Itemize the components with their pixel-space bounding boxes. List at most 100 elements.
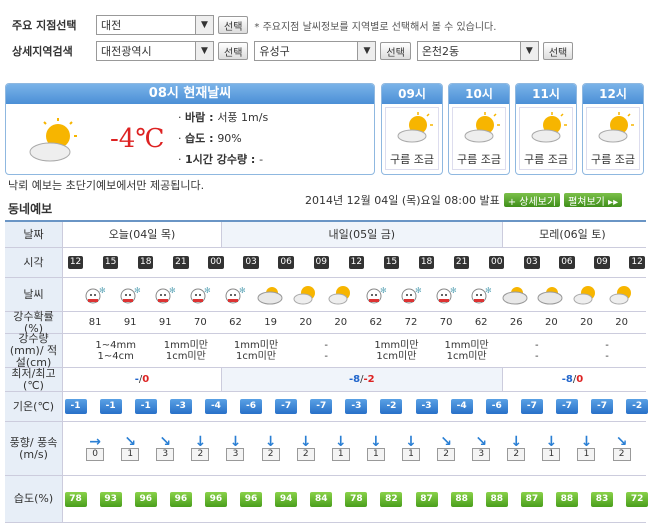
time-cell: 18 (418, 256, 435, 269)
wind-speed: 2 (507, 447, 526, 461)
wind-value: 서풍 1m/s (217, 111, 269, 124)
wind-cell: ↓ 2 (183, 422, 218, 475)
hum-cell: 83 (591, 476, 614, 522)
prob-cell: 70 (439, 317, 453, 328)
dong-value: 온천2동 (421, 45, 460, 58)
wind-cell: ↓ 2 (499, 422, 534, 475)
current-weather-title: 08시 현재날씨 (6, 84, 374, 104)
snow-icon: ✻ (218, 278, 253, 311)
snow-icon: ✻ (113, 278, 148, 311)
wind-arrow-icon: ↓ (299, 433, 312, 450)
wind-arrow-icon: ↓ (405, 433, 417, 450)
time-cell: 12 (348, 256, 365, 269)
hourly-weather: 구름 조금 (524, 153, 568, 166)
snow-icon: ✻ (358, 278, 393, 311)
temp-cell: -2 (380, 392, 403, 421)
time-cell: 09 (313, 256, 329, 269)
prob-cell: 72 (404, 317, 418, 328)
prob-cell: 70 (194, 317, 207, 328)
hum-cell: 87 (415, 476, 438, 522)
wind-cell: ↓ 1 (358, 422, 393, 475)
wind-arrow-icon: ↓ (370, 433, 382, 450)
prob-cell: 20 (334, 317, 348, 328)
wind-speed: 2 (437, 447, 456, 461)
wind-cell: → 0 (78, 422, 113, 475)
current-temp: -4℃ (110, 124, 165, 154)
prob-cell: 26 (509, 317, 523, 328)
wind-cell: ↓ 1 (393, 422, 428, 475)
partly-sunny-icon (569, 278, 604, 311)
hourly-hour: 11시 (516, 84, 576, 104)
time-cell: 00 (489, 256, 505, 269)
partly-sunny-icon (288, 278, 323, 311)
row-header-prob: 강수확률(%) (5, 310, 63, 334)
temp-cell: -2 (626, 392, 649, 421)
temp-cell: -6 (485, 392, 508, 421)
wind-speed: 0 (86, 447, 105, 461)
issued-time: 2014년 12월 04일 (목)요일 08:00 발표 (305, 194, 500, 207)
chevron-down-icon: ▼ (195, 42, 213, 60)
region-select-button[interactable]: 선택 (218, 16, 249, 34)
district-button[interactable]: 선택 (380, 42, 411, 60)
rain-line: · 1시간 강수량 : - (178, 153, 264, 166)
district-value: 유성구 (259, 45, 290, 58)
wind-speed: 1 (577, 447, 596, 461)
snow-icon: ✻ (429, 278, 464, 311)
wind-arrow-icon: ↓ (545, 433, 558, 450)
detail-search-row: 상세지역검색 대전광역시 ▼ 선택 유성구 ▼ 선택 온천2동 ▼ 선택 (12, 41, 574, 61)
province-button[interactable]: 선택 (218, 42, 249, 60)
temp-cell: -4 (204, 392, 227, 421)
temp-cell: -1 (134, 392, 157, 421)
snow-icon: ✻ (464, 278, 499, 311)
temp-cell: -1 (99, 392, 122, 421)
svg-text:✻: ✻ (239, 286, 246, 295)
region-label: 주요 지점선택 (12, 19, 77, 32)
hum-cell: 96 (204, 476, 227, 522)
partly-sunny-icon (323, 278, 358, 311)
province-select[interactable]: 대전광역시 ▼ (96, 41, 214, 61)
hourly-weather: 구름 조금 (457, 153, 501, 166)
svg-text:✻: ✻ (450, 286, 457, 295)
section-title: 동네예보 (8, 202, 53, 216)
humidity-line: · 습도 : 90% (178, 132, 242, 145)
amount-cell: 1mm미만 1cm미만 (163, 339, 208, 362)
time-cell: 06 (278, 256, 294, 269)
amount-cell: -- (535, 339, 539, 362)
dong-select[interactable]: 온천2동 ▼ (416, 41, 539, 61)
detail-view-button[interactable]: + 상세보기 (503, 193, 561, 208)
partly-sunny-icon (530, 112, 570, 147)
hum-cell: 88 (450, 476, 473, 522)
wind-arrow-icon: ↘ (475, 433, 488, 450)
wind-arrow-icon: ↓ (510, 433, 523, 450)
wind-speed: 3 (156, 447, 175, 461)
temp-cell: -3 (415, 392, 438, 421)
region-select[interactable]: 대전 ▼ (96, 15, 214, 35)
row-header-weather: 날씨 (5, 278, 63, 311)
wind-arrow-icon: ↘ (615, 433, 628, 450)
cloudy-icon (534, 278, 569, 311)
time-cell: 21 (453, 256, 470, 269)
wind-cell: ↘ 3 (148, 422, 183, 475)
amount-cell: 1mm미만 1cm미만 (374, 339, 419, 362)
svg-text:✻: ✻ (415, 286, 422, 295)
expand-button[interactable]: 펼쳐보기 ▸▸ (564, 193, 623, 208)
temp-cell: -7 (520, 392, 543, 421)
region-select-row: 주요 지점선택 대전 ▼ 선택 * 주요지점 날씨정보를 지역별로 선택해서 볼 … (12, 15, 496, 35)
hourly-weather: 구름 조금 (390, 153, 434, 166)
temp-cell: -1 (64, 392, 87, 421)
wind-cell: ↓ 2 (288, 422, 323, 475)
prob-cell: 20 (615, 317, 628, 328)
prob-cell: 19 (264, 317, 277, 328)
district-select[interactable]: 유성구 ▼ (254, 41, 377, 61)
prob-cell: 20 (580, 317, 593, 328)
svg-text:✻: ✻ (169, 286, 176, 295)
dong-button[interactable]: 선택 (542, 42, 574, 60)
hourly-hour: 09시 (382, 84, 442, 104)
wind-cell: ↘ 2 (429, 422, 464, 475)
hum-cell: 82 (380, 476, 403, 522)
partly-sunny-icon (597, 112, 637, 147)
wind-line: · 바람 : 서풍 1m/s (178, 111, 269, 124)
region-select-value: 대전 (101, 19, 122, 32)
day-label: 내일(05일 금) (220, 222, 502, 247)
detail-label: 상세지역검색 (12, 45, 73, 58)
